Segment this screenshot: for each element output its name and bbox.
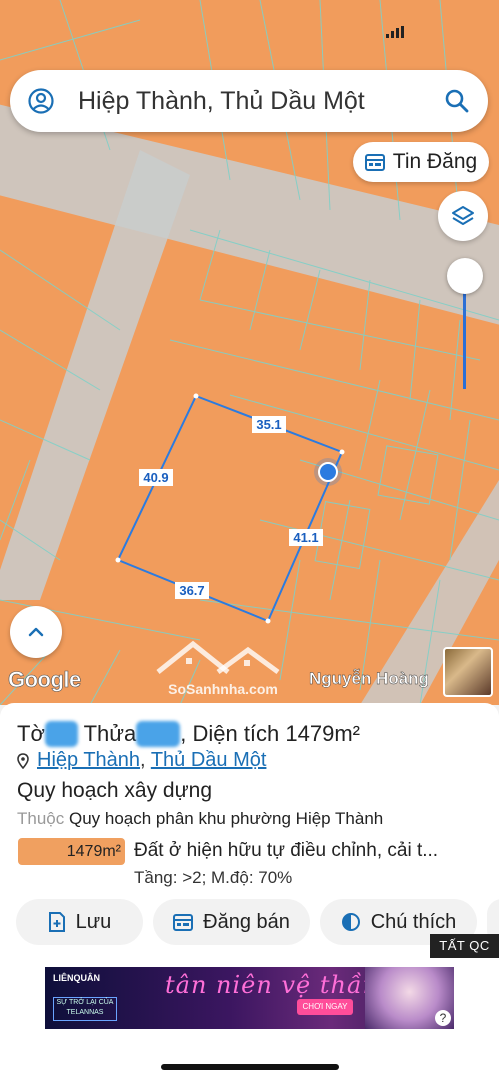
user-name[interactable]: Nguyễn Hoàng xyxy=(309,669,429,689)
signal-icon xyxy=(386,26,404,38)
redacted-sheet-number: xxx xyxy=(44,721,78,747)
edge-label-top: 35.1 xyxy=(256,417,281,432)
parcel-vertices xyxy=(115,393,345,624)
chevron-up-icon xyxy=(28,627,44,637)
account-icon[interactable] xyxy=(28,88,54,114)
user-photo[interactable] xyxy=(443,647,493,697)
calendar-icon xyxy=(364,154,385,171)
edge-label-right: 41.1 xyxy=(293,530,318,545)
planning-section-title: Quy hoạch xây dựng xyxy=(17,779,213,802)
ad-hero-text: SỰ TRỞ LẠI CỦA TELANNAS xyxy=(53,997,117,1021)
ad-help-icon[interactable]: ? xyxy=(435,1010,451,1026)
layers-icon xyxy=(452,206,474,225)
parcel-location: Hiệp Thành, Thủ Dầu Một xyxy=(17,749,266,772)
legend-label: Chú thích xyxy=(370,910,457,933)
belong-value: Quy hoạch phân khu phường Hiệp Thành xyxy=(68,809,384,828)
google-logo: Google xyxy=(8,667,82,693)
ad-banner[interactable]: LIÊNQUÂN SỰ TRỞ LẠI CỦA TELANNAS tân niê… xyxy=(45,967,454,1029)
zone-area: 1479m² xyxy=(66,843,121,860)
watermark-logo: SoSanhnha.com xyxy=(156,640,280,697)
title-suffix: , Diện tích 1479m² xyxy=(180,721,360,746)
contrast-icon xyxy=(341,913,360,931)
location-separator: , xyxy=(140,749,146,771)
expand-panel-button[interactable] xyxy=(10,606,62,658)
post-sale-button[interactable]: Đăng bán xyxy=(153,899,310,945)
save-label: Lưu xyxy=(75,910,112,933)
add-file-icon xyxy=(48,912,65,932)
parcel-outline[interactable] xyxy=(116,394,344,623)
post-sale-label: Đăng bán xyxy=(203,910,290,933)
title-mid: Thửa xyxy=(83,721,137,746)
location-pin-icon xyxy=(17,752,29,769)
edge-label-left: 40.9 xyxy=(143,470,168,485)
opacity-slider-knob[interactable] xyxy=(447,258,483,294)
zone-details: Tầng: >2; M.độ: 70% xyxy=(134,868,293,887)
svg-text:SoSanhnha.com: SoSanhnha.com xyxy=(168,681,278,697)
status-bar xyxy=(0,0,499,60)
ad-brand: LIÊNQUÂN xyxy=(53,973,100,983)
save-button[interactable]: Lưu xyxy=(16,899,143,945)
layers-button[interactable] xyxy=(438,191,488,241)
calendar-icon xyxy=(173,914,194,931)
search-input[interactable] xyxy=(78,70,418,132)
parcel-title: Tờxxx Thửaxxxx, Diện tích 1479m² xyxy=(17,721,360,747)
title-prefix: Tờ xyxy=(17,721,45,746)
ad-title: tân niên vệ thần xyxy=(165,971,380,999)
hide-ads-button[interactable]: TẤT QC xyxy=(430,934,499,958)
edge-label-bottom: 36.7 xyxy=(179,583,204,598)
planning-belong: Thuộc Quy hoạch phân khu phường Hiệp Thà… xyxy=(17,809,383,829)
tin-dang-label: Tin Đăng xyxy=(392,150,478,173)
zone-area-badge: 1479m² xyxy=(18,838,125,865)
search-bar[interactable] xyxy=(10,70,488,132)
parcel-info-panel: Tờxxx Thửaxxxx, Diện tích 1479m² Hiệp Th… xyxy=(0,703,499,958)
tin-dang-button[interactable]: Tin Đăng xyxy=(353,142,489,182)
search-icon[interactable] xyxy=(444,88,470,114)
map-view[interactable]: 35.1 40.9 41.1 36.7 Hiệp Thành, Thủ Dầu … xyxy=(0,0,499,705)
ad-play-button[interactable]: CHƠI NGAY xyxy=(297,999,353,1015)
ward-link[interactable]: Hiệp Thành xyxy=(37,749,140,771)
district-link[interactable]: Thủ Dầu Một xyxy=(151,749,267,771)
zone-description[interactable]: Đất ở hiện hữu tự điều chỉnh, cải t... xyxy=(134,840,438,862)
belong-label: Thuộc xyxy=(17,809,65,828)
home-indicator[interactable] xyxy=(161,1064,339,1070)
current-location-dot xyxy=(318,462,338,482)
redacted-plot-number: xxxx xyxy=(136,721,181,747)
